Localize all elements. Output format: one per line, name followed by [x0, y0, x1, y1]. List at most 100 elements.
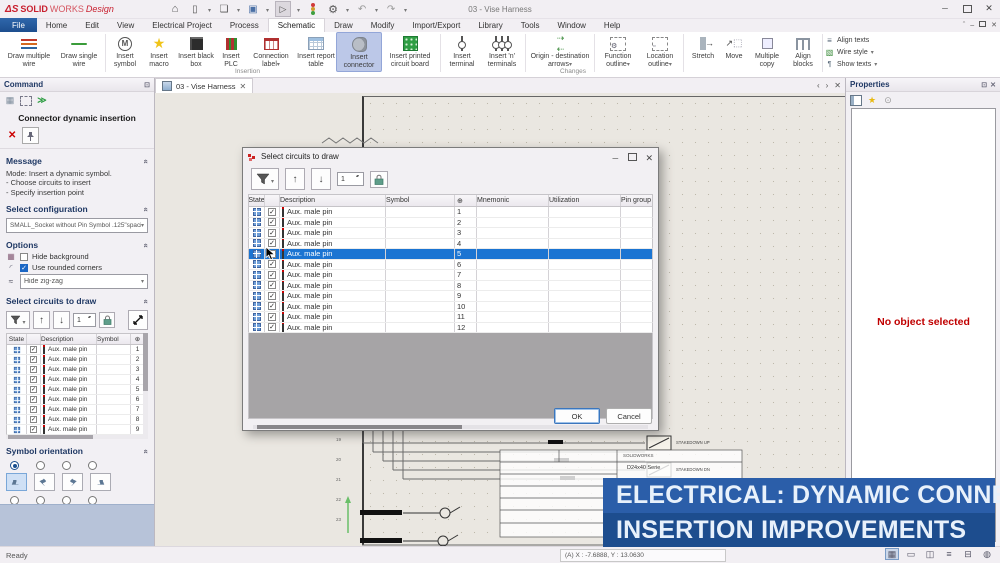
ok-button[interactable]: OK	[554, 408, 600, 424]
orientation-up-left-icon[interactable]	[34, 473, 55, 491]
mini-circuit-row[interactable]: ✓ Aux. male pin 1	[6, 345, 148, 355]
insert-n-terminals-button[interactable]: Insert 'n' terminals	[481, 32, 523, 72]
mini-circuit-row[interactable]: ✓ Aux. male pin 5	[6, 385, 148, 395]
menu-tab[interactable]: Modify	[362, 18, 404, 32]
sheet-view-icon[interactable]	[904, 548, 918, 560]
orientation-radio-3[interactable]	[62, 461, 71, 470]
mdi-restore-icon[interactable]	[979, 21, 986, 29]
section-select-circuits[interactable]: Select circuits to draw«	[0, 296, 154, 306]
print-area-icon[interactable]	[961, 548, 975, 560]
pin-command-button[interactable]	[22, 127, 39, 144]
dialog-titlebar[interactable]: Select circuits to draw	[243, 148, 658, 165]
line-weight-icon[interactable]	[942, 548, 956, 560]
collapse-chevron-icon[interactable]: «	[141, 159, 150, 163]
zigzag-select[interactable]: Hide zig-zag	[20, 274, 148, 289]
circuit-row[interactable]: ✓ Aux. male pin 7	[248, 270, 653, 281]
favorites-icon[interactable]	[866, 95, 878, 106]
circuit-row[interactable]: ✓ Aux. male pin 1	[248, 207, 653, 218]
use-rounded-corners-checkbox[interactable]: ✓	[20, 264, 28, 272]
step-spinner[interactable]: 1	[73, 313, 96, 327]
section-message[interactable]: Message«	[0, 156, 154, 166]
menu-tab[interactable]: Schematic	[268, 18, 325, 32]
draw-multiple-wire-button[interactable]: Draw multiple wire	[3, 32, 55, 72]
save-caret-icon[interactable]	[266, 4, 269, 15]
orientation-up-right-icon[interactable]	[62, 473, 83, 491]
panel-close-icon[interactable]: ✕	[990, 81, 996, 89]
menu-tab[interactable]: File	[0, 18, 37, 32]
circuit-row[interactable]: ✓ Aux. male pin 6	[248, 260, 653, 271]
select-caret-icon[interactable]	[297, 4, 300, 15]
circuit-row[interactable]: Aux. male pin 5	[248, 249, 653, 260]
ribbon-collapse-icon[interactable]: ˆ	[963, 22, 965, 29]
hide-background-checkbox[interactable]	[20, 253, 28, 261]
location-outline-button[interactable]: ▫Location outline	[639, 32, 681, 72]
dialog-close-icon[interactable]	[645, 148, 653, 166]
dialog-minimize-icon[interactable]	[612, 148, 620, 166]
circuit-row[interactable]: ✓ Aux. male pin 11	[248, 312, 653, 323]
section-symbol-orientation[interactable]: Symbol orientation«	[0, 446, 154, 456]
menu-tab[interactable]: Help	[595, 18, 629, 32]
section-select-configuration[interactable]: Select configuration«	[0, 204, 154, 214]
open-project-icon[interactable]	[217, 2, 231, 16]
split-view-icon[interactable]	[923, 548, 937, 560]
settings-icon[interactable]	[326, 2, 340, 16]
collapse-chevron-icon[interactable]: «	[141, 449, 150, 453]
orientation-radio-2[interactable]	[36, 461, 45, 470]
menu-tab[interactable]: Process	[221, 18, 268, 32]
collapse-chevron-icon[interactable]: «	[141, 207, 150, 211]
expand-table-button[interactable]	[128, 310, 148, 330]
circuit-row[interactable]: ✓ Aux. male pin 12	[248, 323, 653, 334]
insert-connector-button[interactable]: Insert connector	[336, 32, 382, 72]
mini-table-hscrollbar[interactable]	[6, 435, 148, 439]
move-up-button[interactable]: ↑	[33, 311, 50, 329]
align-blocks-button[interactable]: Align blocks	[786, 32, 820, 72]
panel-pin-icon[interactable]: ⊡	[981, 81, 987, 89]
menu-tab[interactable]: Library	[469, 18, 511, 32]
insert-plc-button[interactable]: Insert PLC	[216, 32, 246, 72]
home-icon[interactable]	[168, 2, 182, 16]
save-icon[interactable]	[246, 2, 260, 16]
insert-macro-button[interactable]: Insert macro	[142, 32, 176, 72]
menu-tab[interactable]: Draw	[325, 18, 362, 32]
cancel-command-icon[interactable]: ✕	[8, 130, 16, 141]
lock-icon[interactable]	[370, 171, 388, 188]
orientation-radio-1[interactable]	[10, 461, 19, 470]
mini-table-vscrollbar[interactable]	[143, 333, 148, 439]
panel-pin-icon[interactable]: ⊡	[144, 81, 150, 89]
tab-close-all-icon[interactable]: ✕	[834, 81, 841, 90]
collapse-chevron-icon[interactable]: «	[141, 299, 150, 303]
tab-prev-icon[interactable]: ‹	[817, 81, 820, 90]
dialog-maximize-icon[interactable]	[628, 153, 637, 161]
mini-circuit-row[interactable]: ✓ Aux. male pin 7	[6, 405, 148, 415]
open-caret-icon[interactable]	[237, 4, 240, 15]
menu-tab[interactable]: View	[108, 18, 143, 32]
new-caret-icon[interactable]	[208, 4, 211, 15]
process-manager-icon[interactable]	[306, 2, 320, 16]
mini-circuit-row[interactable]: ✓ Aux. male pin 2	[6, 355, 148, 365]
menu-tab[interactable]: Window	[548, 18, 594, 32]
insert-report-table-button[interactable]: Insert report table	[296, 32, 336, 72]
mini-circuit-row[interactable]: ✓ Aux. male pin 6	[6, 395, 148, 405]
section-options[interactable]: Options«	[0, 240, 154, 250]
tab-next-icon[interactable]: ›	[826, 81, 829, 90]
tab-close-icon[interactable]: ✕	[239, 82, 246, 91]
insert-terminal-button[interactable]: Insert terminal	[443, 32, 481, 72]
menu-tab[interactable]: Edit	[76, 18, 108, 32]
multiple-copy-button[interactable]: Multiple copy	[748, 32, 786, 72]
rounded-corners-option[interactable]: ◜ ✓ Use rounded corners	[0, 261, 154, 272]
continue-icon[interactable]	[36, 95, 48, 106]
align-texts-button[interactable]: Align texts	[825, 35, 877, 45]
origin-destination-button[interactable]: ⇢⇠Origin - destination arrows	[528, 32, 592, 72]
collapse-chevron-icon[interactable]: «	[141, 243, 150, 247]
stretch-button[interactable]: Stretch	[686, 32, 720, 72]
minimize-button[interactable]	[934, 0, 956, 17]
move-up-button[interactable]: ↑	[285, 168, 305, 190]
circuit-row[interactable]: ✓ Aux. male pin 4	[248, 239, 653, 250]
orientation-right-icon[interactable]	[90, 473, 111, 491]
lock-icon[interactable]	[99, 312, 115, 328]
mini-circuit-row[interactable]: ✓ Aux. male pin 9	[6, 425, 148, 435]
menu-tab[interactable]: Import/Export	[403, 18, 469, 32]
menu-tab[interactable]: Tools	[512, 18, 549, 32]
new-document-icon[interactable]	[188, 2, 202, 16]
function-outline-button[interactable]: ⚙Function outline	[597, 32, 639, 72]
